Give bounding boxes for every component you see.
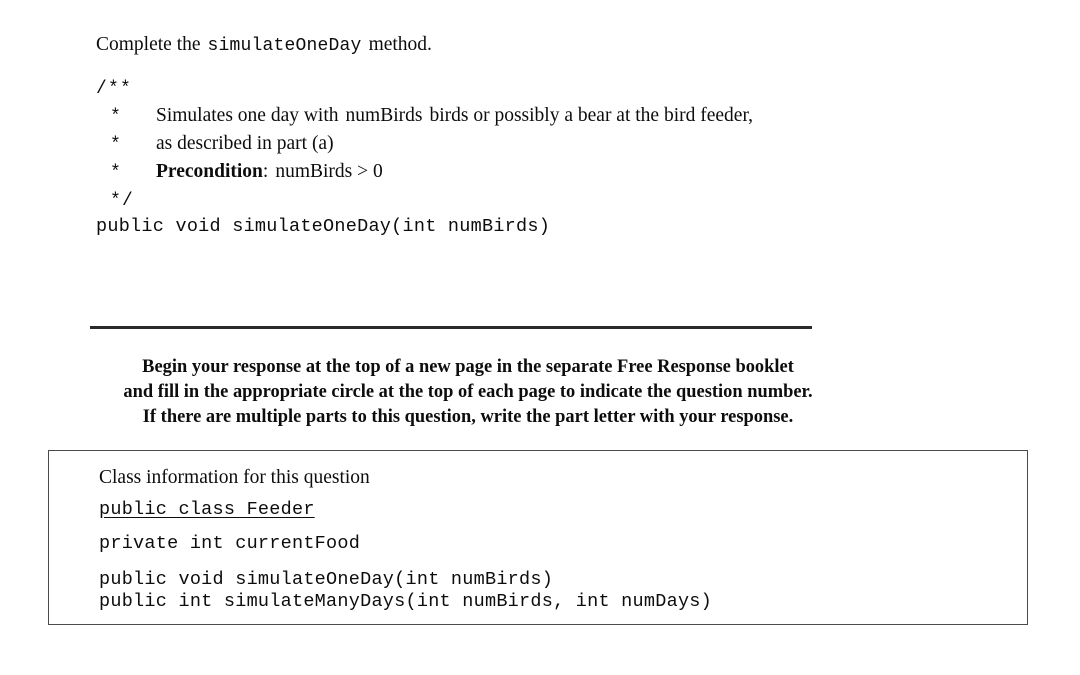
- javadoc-line-1-code: numBirds: [345, 105, 423, 126]
- class-info-title: Class information for this question: [99, 467, 370, 488]
- javadoc-open-row: /**: [96, 74, 976, 102]
- javadoc-line-1-text-after: birds or possibly a bear at the bird fee…: [429, 105, 754, 126]
- response-instructions-line-2: and fill in the appropriate circle at th…: [123, 381, 813, 402]
- response-instructions-line-3: If there are multiple parts to this ques…: [142, 406, 794, 427]
- precondition-expression: numBirds > 0: [275, 161, 383, 182]
- response-instructions: Begin your response at the top of a new …: [0, 354, 936, 429]
- javadoc-line-1-text-before: Simulates one day with: [156, 105, 339, 126]
- intro-prefix: Complete the: [96, 34, 201, 55]
- class-method-2: public int simulateManyDays(int numBirds…: [99, 591, 712, 612]
- precondition-label: Precondition: [156, 161, 263, 182]
- class-method-list: public void simulateOneDay(int numBirds)…: [99, 569, 1017, 613]
- intro-suffix: method.: [368, 34, 432, 55]
- javadoc-block: /** * Simulates one day with numBirds birds…: [96, 74, 976, 214]
- response-instructions-line-1: Begin your response at the top of a new …: [142, 356, 794, 377]
- javadoc-star-marker: *: [110, 107, 123, 127]
- javadoc-close-row: */: [96, 186, 976, 214]
- class-field: private int currentFood: [99, 533, 361, 554]
- class-method-1: public void simulateOneDay(int numBirds): [99, 569, 554, 590]
- class-declaration-row: public class Feeder: [99, 493, 1017, 527]
- precondition-colon: :: [262, 161, 269, 182]
- javadoc-line-3-precondition: * Precondition: numBirds > 0: [96, 158, 976, 186]
- horizontal-divider: [90, 326, 812, 329]
- javadoc-line-2: * as described in part (a): [96, 130, 976, 158]
- class-information-box: Class information for this question publ…: [48, 450, 1028, 625]
- javadoc-star-marker: *: [110, 163, 123, 183]
- instruction-complete-method: Complete the simulateOneDay method.: [96, 32, 432, 59]
- class-information-content: Class information for this question publ…: [99, 463, 1017, 613]
- class-declaration: public class Feeder: [99, 499, 315, 520]
- javadoc-open-marker: /**: [96, 79, 133, 99]
- intro-method-name: simulateOneDay: [207, 36, 362, 56]
- exam-page: Complete the simulateOneDay method. /** * S…: [0, 0, 1080, 675]
- javadoc-line-1: * Simulates one day with numBirds birds or …: [96, 102, 976, 130]
- javadoc-close-marker: */: [110, 191, 135, 211]
- javadoc-star-marker: *: [110, 135, 123, 155]
- method-signature: public void simulateOneDay(int numBirds): [96, 216, 551, 237]
- javadoc-line-2-text: as described in part (a): [156, 133, 334, 154]
